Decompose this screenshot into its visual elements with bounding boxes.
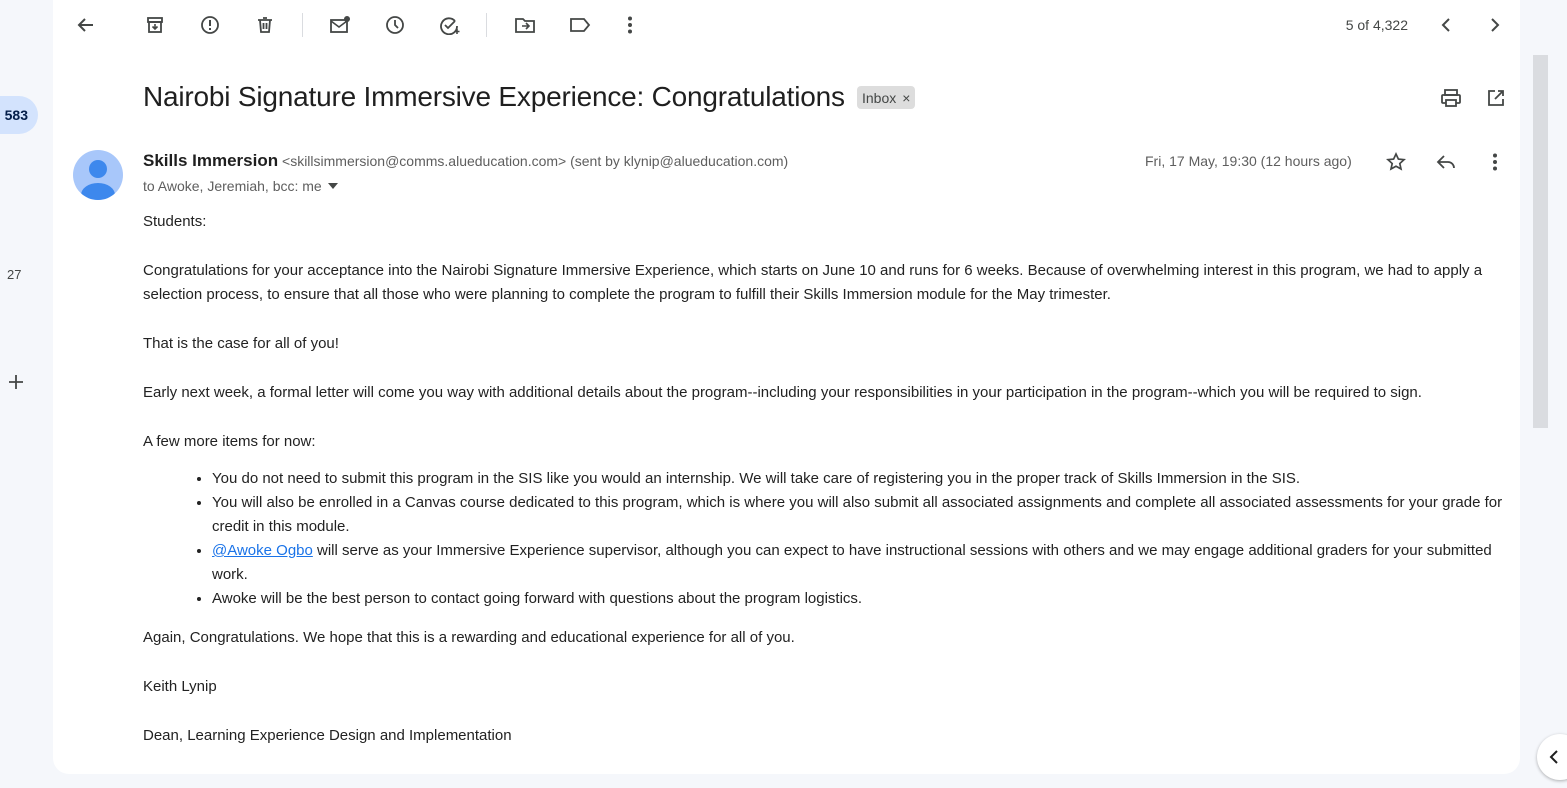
left-rail: 583 27 — [0, 0, 53, 788]
archive-icon[interactable] — [136, 6, 174, 44]
message-more-icon[interactable] — [1479, 146, 1511, 178]
add-label-icon[interactable] — [4, 369, 28, 395]
back-icon[interactable] — [67, 6, 105, 44]
reply-icon[interactable] — [1430, 146, 1462, 178]
label-icon[interactable] — [561, 6, 599, 44]
message-counter: 5 of 4,322 — [1345, 17, 1408, 33]
mention-link[interactable]: @Awoke Ogbo — [212, 542, 313, 559]
sender-line: Skills Immersion <skillsimmersion@comms.… — [143, 151, 788, 171]
recipients: to Awoke, Jeremiah, bcc: me — [143, 178, 322, 194]
older-message-icon[interactable] — [1476, 6, 1514, 44]
more-vert-icon[interactable] — [611, 6, 649, 44]
scrollbar-thumb[interactable] — [1533, 55, 1548, 428]
message-toolbar: 5 of 4,322 — [53, 0, 1520, 50]
sender-address: <skillsimmersion@comms.alueducation.com>… — [282, 153, 789, 169]
star-icon[interactable] — [1380, 146, 1412, 178]
list-item: You do not need to submit this program i… — [212, 467, 1513, 491]
body-paragraph: That is the case for all of you! — [143, 335, 339, 352]
add-to-tasks-icon[interactable] — [431, 6, 469, 44]
signature-name: Keith Lynip — [143, 678, 217, 695]
signature-title: Dean, Learning Experience Design and Imp… — [143, 727, 512, 744]
body-paragraph: Congratulations for your acceptance into… — [143, 262, 1483, 303]
move-to-icon[interactable] — [506, 6, 544, 44]
body-closing: Again, Congratulations. We hope that thi… — [143, 629, 795, 646]
recipients-line[interactable]: to Awoke, Jeremiah, bcc: me — [143, 178, 338, 194]
message-view: 5 of 4,322 Nairobi Signature Immersive E… — [53, 0, 1520, 774]
mark-unread-icon[interactable] — [321, 6, 359, 44]
chevron-left-icon — [1549, 750, 1558, 764]
email-subject: Nairobi Signature Immersive Experience: … — [143, 81, 845, 112]
remove-label-icon[interactable]: × — [902, 90, 910, 106]
email-body: Students: Congratulations for your accep… — [143, 210, 1513, 773]
label-chip-text: Inbox — [862, 89, 897, 106]
newer-message-icon[interactable] — [1427, 6, 1465, 44]
list-item: Awoke will be the best person to contact… — [212, 587, 1513, 611]
recipient-details-dropdown-icon[interactable] — [327, 183, 338, 189]
items-list: You do not need to submit this program i… — [212, 467, 1513, 611]
folder-count: 27 — [7, 267, 22, 282]
snooze-icon[interactable] — [376, 6, 414, 44]
body-greeting: Students: — [143, 213, 207, 230]
email-date: Fri, 17 May, 19:30 (12 hours ago) — [1145, 153, 1352, 169]
report-spam-icon[interactable] — [191, 6, 229, 44]
sender-name[interactable]: Skills Immersion — [143, 151, 278, 170]
open-in-new-window-icon[interactable] — [1480, 82, 1512, 114]
list-item-text: will serve as your Immersive Experience … — [212, 542, 1492, 583]
list-item: @Awoke Ogbo will serve as your Immersive… — [212, 539, 1513, 587]
body-paragraph: A few more items for now: — [143, 433, 316, 450]
inbox-count-badge[interactable]: 583 — [0, 96, 38, 134]
body-paragraph: Early next week, a formal letter will co… — [143, 384, 1422, 401]
sender-avatar[interactable] — [73, 150, 123, 200]
list-item: You will also be enrolled in a Canvas co… — [212, 491, 1513, 539]
print-icon[interactable] — [1435, 82, 1467, 114]
delete-icon[interactable] — [246, 6, 284, 44]
label-chip-inbox[interactable]: Inbox × — [857, 86, 916, 109]
